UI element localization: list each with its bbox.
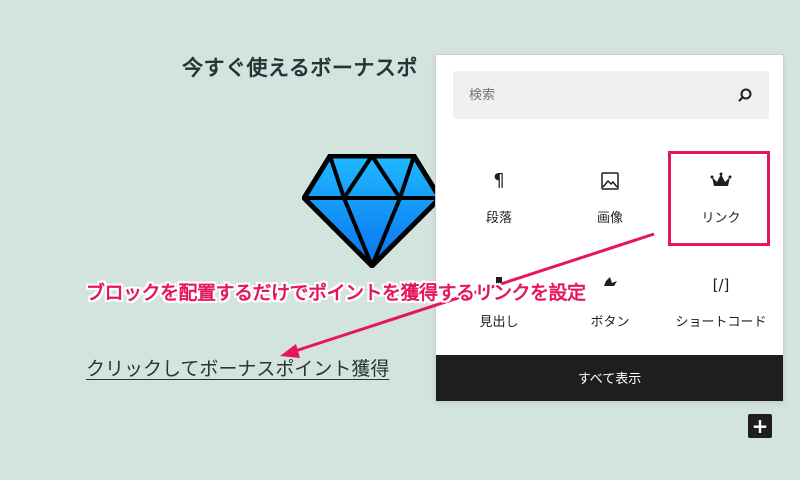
add-block-button[interactable]: +: [748, 414, 772, 438]
annotation-arrow: [280, 232, 655, 358]
annotation-caption: ブロックを配置するだけでポイントを獲得するリンクを設定: [86, 282, 586, 304]
